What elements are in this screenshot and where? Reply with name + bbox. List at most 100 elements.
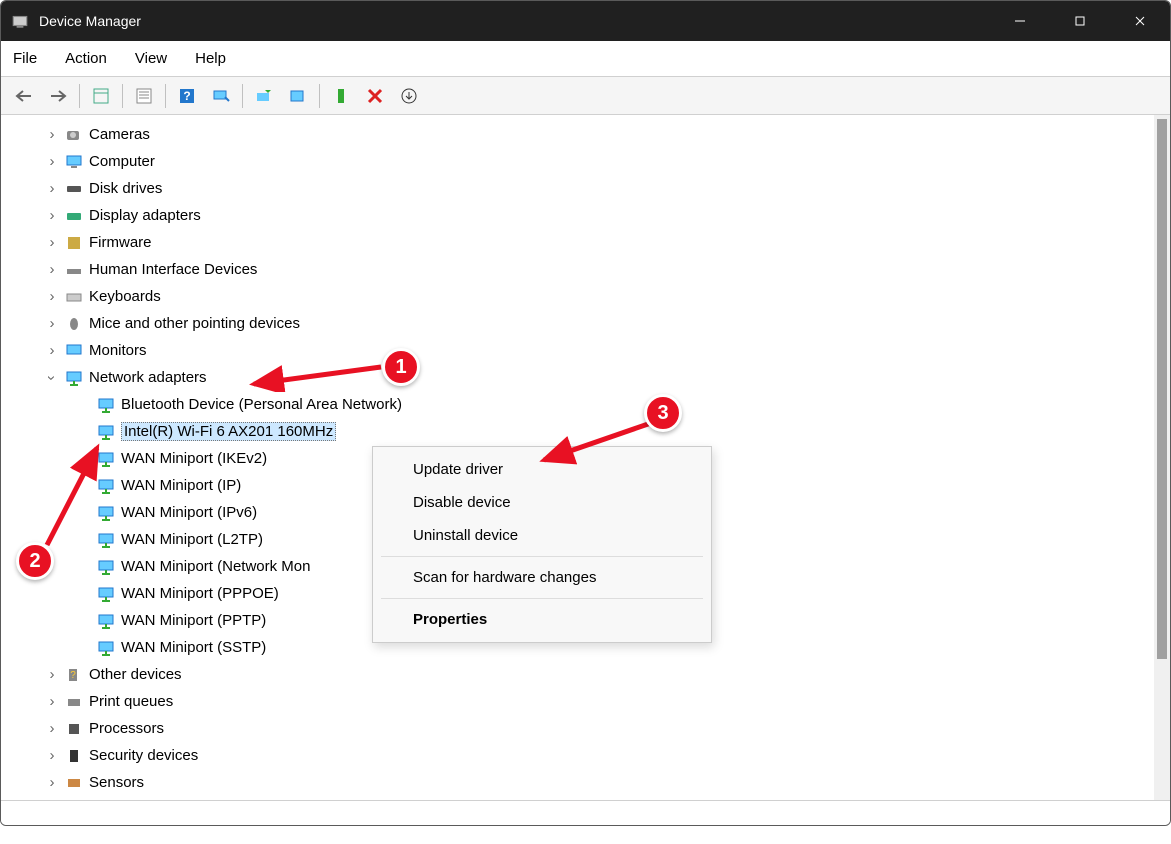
ctx-separator [381,556,703,557]
disk-icon [65,180,83,198]
tree-item-processors[interactable]: › Processors [1,715,1154,742]
tree-label: WAN Miniport (PPPOE) [121,585,279,602]
scrollbar[interactable] [1154,115,1170,800]
back-button[interactable] [9,82,39,110]
minimize-button[interactable] [990,1,1050,41]
chevron-right-icon[interactable]: › [45,695,59,709]
chevron-right-icon[interactable]: › [45,749,59,763]
ctx-disable-device[interactable]: Disable device [373,486,711,519]
chevron-right-icon[interactable]: › [45,236,59,250]
tree-item-security-devices[interactable]: › Security devices [1,742,1154,769]
chevron-right-icon[interactable]: › [45,290,59,304]
toolbar-separator [165,84,166,108]
tree-label: Display adapters [89,207,201,224]
tree-item-bluetooth-device[interactable]: Bluetooth Device (Personal Area Network) [1,391,1154,418]
tree-item-network-adapters[interactable]: › Network adapters [1,364,1154,391]
device-manager-window: Device Manager File Action View Help ? ›… [0,0,1171,826]
network-adapter-icon [97,585,115,603]
chevron-right-icon[interactable]: › [45,722,59,736]
svg-text:?: ? [183,89,190,103]
scrollbar-thumb[interactable] [1157,119,1167,659]
tree-item-display-adapters[interactable]: › Display adapters [1,202,1154,229]
toolbar: ? [1,77,1170,115]
properties-button[interactable] [129,82,159,110]
menu-help[interactable]: Help [195,50,226,67]
help-button[interactable]: ? [172,82,202,110]
titlebar: Device Manager [1,1,1170,41]
tree-item-monitors[interactable]: ›Monitors [1,337,1154,364]
sensor-icon [65,774,83,792]
scan-button[interactable] [206,82,236,110]
chevron-right-icon[interactable]: › [45,155,59,169]
update-driver-button[interactable] [249,82,279,110]
tree-item-hid[interactable]: ›Human Interface Devices [1,256,1154,283]
annotation-badge-1: 1 [382,348,420,386]
chevron-right-icon[interactable]: › [45,263,59,277]
chevron-right-icon[interactable]: › [45,128,59,142]
tree-label: Processors [89,720,164,737]
cpu-icon [65,720,83,738]
tree-item-cameras[interactable]: ›Cameras [1,121,1154,148]
down-button[interactable] [394,82,424,110]
tree-label: Sensors [89,774,144,791]
tree-label: Bluetooth Device (Personal Area Network) [121,396,402,413]
menubar: File Action View Help [1,41,1170,77]
chevron-right-icon[interactable]: › [45,317,59,331]
annotation-badge-2: 2 [16,542,54,580]
tree-item-firmware[interactable]: ›Firmware [1,229,1154,256]
print-icon [65,693,83,711]
annotation-arrow-2 [42,440,112,550]
menu-action[interactable]: Action [65,50,107,67]
forward-button[interactable] [43,82,73,110]
tree-item-keyboards[interactable]: ›Keyboards [1,283,1154,310]
window-controls [990,1,1170,41]
close-button[interactable] [1110,1,1170,41]
tree-label: WAN Miniport (Network Mon [121,558,310,575]
ctx-uninstall-device[interactable]: Uninstall device [373,519,711,552]
app-icon [11,12,29,30]
toolbar-separator [242,84,243,108]
network-adapter-icon [97,396,115,414]
tree-item-computer[interactable]: ›Computer [1,148,1154,175]
tree-item-print-queues[interactable]: › Print queues [1,688,1154,715]
menu-view[interactable]: View [135,50,167,67]
ctx-properties[interactable]: Properties [373,603,711,636]
tree-label: Intel(R) Wi-Fi 6 AX201 160MHz [121,422,336,441]
tree-label: Other devices [89,666,182,683]
tree-label: Print queues [89,693,173,710]
chevron-down-icon[interactable]: › [45,371,59,385]
tree-label: WAN Miniport (IKEv2) [121,450,267,467]
tree-label: WAN Miniport (PPTP) [121,612,266,629]
tree-label: Mice and other pointing devices [89,315,300,332]
network-icon [65,369,83,387]
chevron-right-icon[interactable]: › [45,182,59,196]
tree-label: WAN Miniport (SSTP) [121,639,266,656]
uninstall-button[interactable] [283,82,313,110]
tree-label: WAN Miniport (IPv6) [121,504,257,521]
disable-button[interactable] [360,82,390,110]
tree-label: Security devices [89,747,198,764]
chevron-right-icon[interactable]: › [45,209,59,223]
tree-item-disk-drives[interactable]: › Disk drives [1,175,1154,202]
svg-text:?: ? [70,670,76,681]
tree-label: Network adapters [89,369,207,386]
enable-button[interactable] [326,82,356,110]
chevron-right-icon[interactable]: › [45,668,59,682]
camera-icon [65,126,83,144]
ctx-scan-hardware[interactable]: Scan for hardware changes [373,561,711,594]
chevron-right-icon[interactable]: › [45,344,59,358]
keyboard-icon [65,288,83,306]
tree-item-mice[interactable]: › Mice and other pointing devices [1,310,1154,337]
network-adapter-icon [97,423,115,441]
show-hide-button[interactable] [86,82,116,110]
maximize-button[interactable] [1050,1,1110,41]
tree-label: Disk drives [89,180,162,197]
tree-item-other-devices[interactable]: ›? Other devices [1,661,1154,688]
computer-icon [65,153,83,171]
display-icon [65,207,83,225]
mouse-icon [65,315,83,333]
tree-item-sensors[interactable]: › Sensors [1,769,1154,796]
menu-file[interactable]: File [13,50,37,67]
chevron-right-icon[interactable]: › [45,776,59,790]
network-adapter-icon [97,612,115,630]
